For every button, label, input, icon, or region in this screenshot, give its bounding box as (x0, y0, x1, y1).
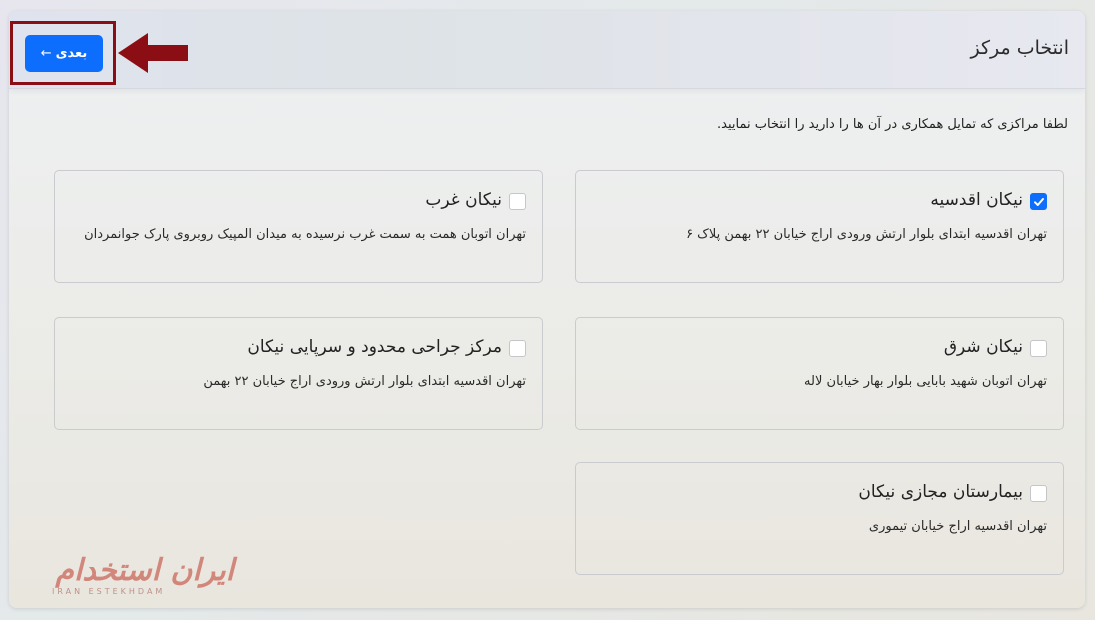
center-checkbox[interactable] (1030, 193, 1047, 210)
center-address: تهران اقدسیه ابتدای بلوار ارتش ورودی ارا… (203, 374, 526, 389)
page-title: انتخاب مرکز (970, 37, 1069, 59)
center-address: تهران اقدسیه اراج خیابان تیموری (868, 519, 1047, 534)
center-name: نیکان اقدسیه (930, 190, 1023, 210)
center-checkbox[interactable] (509, 193, 526, 210)
center-option[interactable]: نیکان غرب تهران اتوبان همت به سمت غرب نر… (54, 170, 543, 283)
center-title-row: نیکان شرق (592, 335, 1047, 359)
center-name: نیکان شرق (943, 337, 1023, 357)
instruction-text: لطفا مراکزی که تمایل همکاری در آن ها را … (717, 117, 1068, 132)
arrow-left-icon: ← (40, 46, 52, 61)
center-option[interactable]: بیمارستان مجازی نیکان تهران اقدسیه اراج … (575, 462, 1064, 575)
watermark-sub: IRAN ESTEKHDAM (52, 587, 166, 596)
center-title-row: نیکان اقدسیه (592, 188, 1047, 212)
center-selection-card: انتخاب مرکز بعدی ← لطفا مراکزی که تمایل … (9, 11, 1085, 608)
center-title-row: بیمارستان مجازی نیکان (592, 480, 1047, 504)
annotation-arrow-icon (118, 33, 188, 73)
center-title-row: مرکز جراحی محدود و سرپایی نیکان (71, 335, 526, 359)
center-checkbox[interactable] (1030, 485, 1047, 502)
center-name: مرکز جراحی محدود و سرپایی نیکان (247, 337, 502, 357)
center-address: تهران اتوبان شهید بابایی بلوار بهار خیاب… (804, 374, 1047, 389)
next-button-label: بعدی (55, 46, 88, 61)
checkmark-icon (1033, 197, 1044, 206)
watermark-main: ایران استخدام (55, 553, 235, 588)
next-button[interactable]: بعدی ← (25, 35, 103, 72)
center-name: نیکان غرب (425, 190, 502, 210)
center-address: تهران اتوبان همت به سمت غرب نرسیده به می… (84, 227, 526, 242)
center-address: تهران اقدسیه ابتدای بلوار ارتش ورودی ارا… (686, 227, 1047, 242)
center-checkbox[interactable] (509, 340, 526, 357)
center-name: بیمارستان مجازی نیکان (858, 482, 1023, 502)
watermark-logo: ایران استخدام IRAN ESTEKHDAM (24, 553, 235, 598)
center-option[interactable]: مرکز جراحی محدود و سرپایی نیکان تهران اق… (54, 317, 543, 430)
center-checkbox[interactable] (1030, 340, 1047, 357)
center-option[interactable]: نیکان اقدسیه تهران اقدسیه ابتدای بلوار ا… (575, 170, 1064, 283)
center-title-row: نیکان غرب (71, 188, 526, 212)
center-option[interactable]: نیکان شرق تهران اتوبان شهید بابایی بلوار… (575, 317, 1064, 430)
